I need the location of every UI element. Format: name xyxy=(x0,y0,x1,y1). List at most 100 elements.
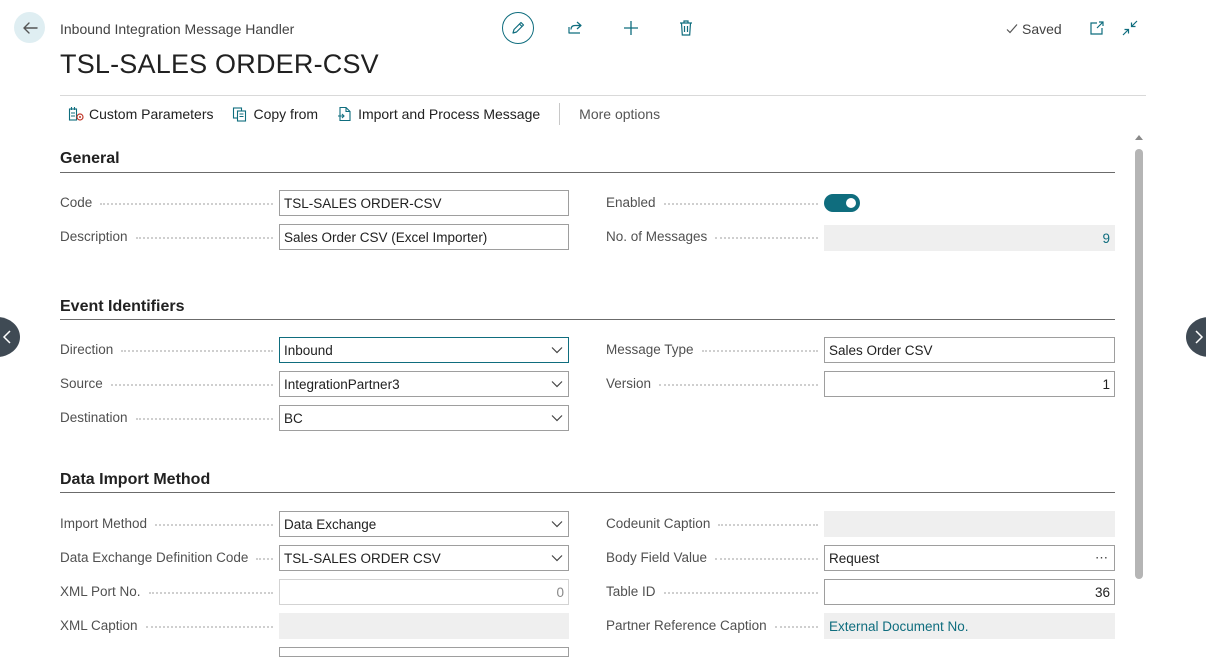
header-divider xyxy=(60,95,1146,96)
scrollbar-thumb[interactable] xyxy=(1135,149,1143,579)
collapse-arrows-icon xyxy=(1122,20,1138,36)
source-select[interactable]: IntegrationPartner3 xyxy=(279,371,569,397)
back-button[interactable] xyxy=(14,12,45,43)
direction-label-text: Direction xyxy=(60,342,114,357)
open-in-new-window-icon xyxy=(1090,21,1104,35)
enabled-label-text: Enabled xyxy=(606,195,656,210)
xml-port-label: XML Port No. xyxy=(60,584,279,599)
edit-button[interactable] xyxy=(502,12,534,44)
plus-icon xyxy=(624,21,638,35)
scroll-up-arrow-icon xyxy=(1135,135,1143,140)
code-field[interactable]: TSL-SALES ORDER-CSV xyxy=(279,190,569,216)
section-title-event-identifiers: Event Identifiers xyxy=(60,298,185,315)
destination-label-text: Destination xyxy=(60,410,128,425)
page-title: TSL-SALES ORDER-CSV xyxy=(60,49,379,79)
messages-count-value: 9 xyxy=(1102,230,1110,246)
import-method-value: Data Exchange xyxy=(284,516,377,532)
pencil-icon xyxy=(512,21,525,34)
table-id-field[interactable]: 36 xyxy=(824,579,1115,605)
description-field[interactable]: Sales Order CSV (Excel Importer) xyxy=(279,224,569,250)
chevron-down-icon xyxy=(550,377,564,391)
import-document-icon xyxy=(338,106,351,122)
copy-from-label: Copy from xyxy=(253,106,319,122)
source-value: IntegrationPartner3 xyxy=(284,376,400,392)
custom-parameters-action[interactable]: Custom Parameters xyxy=(68,106,213,122)
message-type-label: Message Type xyxy=(606,342,824,357)
chevron-right-icon xyxy=(1195,330,1204,344)
direction-select[interactable]: Inbound xyxy=(279,337,569,363)
destination-value: BC xyxy=(284,410,303,426)
section-divider xyxy=(60,172,1115,173)
enabled-label: Enabled xyxy=(606,195,824,210)
copy-from-action[interactable]: Copy from xyxy=(232,106,318,122)
delete-button[interactable] xyxy=(674,16,698,40)
ellipsis-icon[interactable]: ⋯ xyxy=(1095,550,1110,566)
dex-code-label: Data Exchange Definition Code xyxy=(60,550,279,565)
chevron-down-icon xyxy=(550,551,564,565)
open-new-window-button[interactable] xyxy=(1085,16,1109,40)
codeunit-caption-label-text: Codeunit Caption xyxy=(606,516,711,531)
saved-status: Saved xyxy=(1005,21,1062,37)
partner-reference-value: External Document No. xyxy=(829,618,969,634)
next-field-partial[interactable] xyxy=(279,647,569,657)
action-separator xyxy=(559,103,561,125)
xml-caption-field xyxy=(279,613,569,639)
body-field-value-field[interactable]: Request ⋯ xyxy=(824,545,1115,571)
more-options-action[interactable]: More options xyxy=(579,106,660,122)
description-value: Sales Order CSV (Excel Importer) xyxy=(284,229,488,245)
codeunit-caption-label: Codeunit Caption xyxy=(606,516,824,531)
import-process-label: Import and Process Message xyxy=(358,106,541,122)
dex-code-label-text: Data Exchange Definition Code xyxy=(60,550,249,565)
dex-code-value: TSL-SALES ORDER CSV xyxy=(284,550,441,566)
breadcrumb: Inbound Integration Message Handler xyxy=(60,21,295,37)
xml-port-value: 0 xyxy=(556,584,564,600)
arrow-left-icon xyxy=(22,21,38,34)
version-value: 1 xyxy=(1102,376,1110,392)
import-method-label-text: Import Method xyxy=(60,516,148,531)
checkmark-icon xyxy=(1006,24,1018,34)
message-type-field[interactable]: Sales Order CSV xyxy=(824,337,1115,363)
next-record-button[interactable] xyxy=(1186,317,1206,357)
code-label-text: Code xyxy=(60,195,93,210)
more-options-label: More options xyxy=(579,106,661,122)
messages-count-field[interactable]: 9 xyxy=(824,225,1115,251)
share-button[interactable] xyxy=(563,16,587,40)
destination-select[interactable]: BC xyxy=(279,405,569,431)
custom-parameters-label: Custom Parameters xyxy=(89,106,214,122)
destination-label: Destination xyxy=(60,410,279,425)
code-value: TSL-SALES ORDER-CSV xyxy=(284,195,442,211)
chevron-left-icon xyxy=(2,330,11,344)
chevron-down-icon xyxy=(550,343,564,357)
xml-caption-label-text: XML Caption xyxy=(60,618,138,633)
codeunit-caption-field xyxy=(824,511,1115,537)
xml-port-label-text: XML Port No. xyxy=(60,584,141,599)
chevron-down-icon xyxy=(550,517,564,531)
enabled-toggle[interactable] xyxy=(824,194,860,212)
dex-code-select[interactable]: TSL-SALES ORDER CSV xyxy=(279,545,569,571)
saved-label: Saved xyxy=(1022,21,1062,37)
message-type-label-text: Message Type xyxy=(606,342,694,357)
xml-port-field: 0 xyxy=(279,579,569,605)
trash-icon xyxy=(680,20,692,36)
toggle-knob xyxy=(846,198,856,208)
partner-reference-label-text: Partner Reference Caption xyxy=(606,618,767,633)
body-field-label-text: Body Field Value xyxy=(606,550,708,565)
import-method-select[interactable]: Data Exchange xyxy=(279,511,569,537)
action-bar: Custom Parameters Copy from Import and P… xyxy=(60,102,679,126)
previous-record-button[interactable] xyxy=(0,317,20,357)
copy-icon xyxy=(233,107,247,122)
xml-caption-label: XML Caption xyxy=(60,618,279,633)
body-field-label: Body Field Value xyxy=(606,550,824,565)
section-title-general: General xyxy=(60,150,120,167)
collapse-button[interactable] xyxy=(1118,16,1142,40)
new-button[interactable] xyxy=(619,16,643,40)
messages-label: No. of Messages xyxy=(606,229,824,244)
import-process-action[interactable]: Import and Process Message xyxy=(337,106,540,122)
direction-value: Inbound xyxy=(284,342,333,358)
table-id-label: Table ID xyxy=(606,584,824,599)
version-field[interactable]: 1 xyxy=(824,371,1115,397)
partner-reference-field[interactable]: External Document No. xyxy=(824,613,1115,639)
share-icon xyxy=(568,21,582,34)
description-label-text: Description xyxy=(60,229,128,244)
table-id-label-text: Table ID xyxy=(606,584,656,599)
